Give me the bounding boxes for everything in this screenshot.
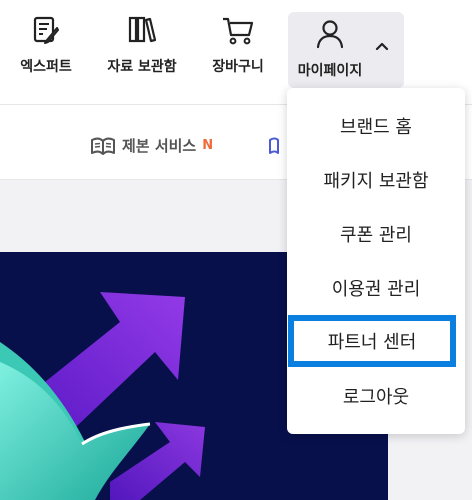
books-icon (128, 16, 157, 43)
menu-item-brand-home[interactable]: 브랜드 홈 (287, 99, 465, 153)
menu-item-package-storage[interactable]: 패키지 보관함 (287, 153, 465, 207)
nav-cart-label: 장바구니 (212, 59, 264, 75)
nav-mypage-button[interactable]: 마이페이지 (288, 12, 404, 88)
pencil-document-icon (33, 16, 59, 44)
menu-item-partner-center[interactable]: 파트너 센터 (288, 315, 456, 367)
binding-service-label: 제본 서비스 (122, 137, 197, 155)
new-badge: N (202, 138, 214, 153)
menu-item-pass-management[interactable]: 이용권 관리 (287, 261, 465, 315)
nav-expert-label: 엑스퍼트 (20, 59, 72, 75)
nav-mypage-label: 마이페이지 (297, 63, 363, 79)
nav-expert-button[interactable]: 엑스퍼트 (10, 14, 82, 88)
cart-icon (223, 17, 254, 45)
nav-library-button[interactable]: 자료 보관함 (94, 14, 190, 88)
book-icon[interactable] (268, 137, 288, 155)
menu-item-logout[interactable]: 로그아웃 (287, 369, 465, 423)
chevron-up-icon[interactable] (374, 40, 390, 52)
open-book-icon (91, 137, 115, 155)
nav-library-label: 자료 보관함 (107, 59, 177, 75)
user-icon (316, 20, 344, 49)
nav-cart-button[interactable]: 장바구니 (202, 14, 274, 88)
menu-item-coupon-management[interactable]: 쿠폰 관리 (287, 207, 465, 261)
mypage-dropdown-menu: 브랜드 홈 패키지 보관함 쿠폰 관리 이용권 관리 파트너 센터 로그아웃 (287, 88, 465, 434)
binding-service-link[interactable]: 제본 서비스 N (90, 135, 213, 156)
